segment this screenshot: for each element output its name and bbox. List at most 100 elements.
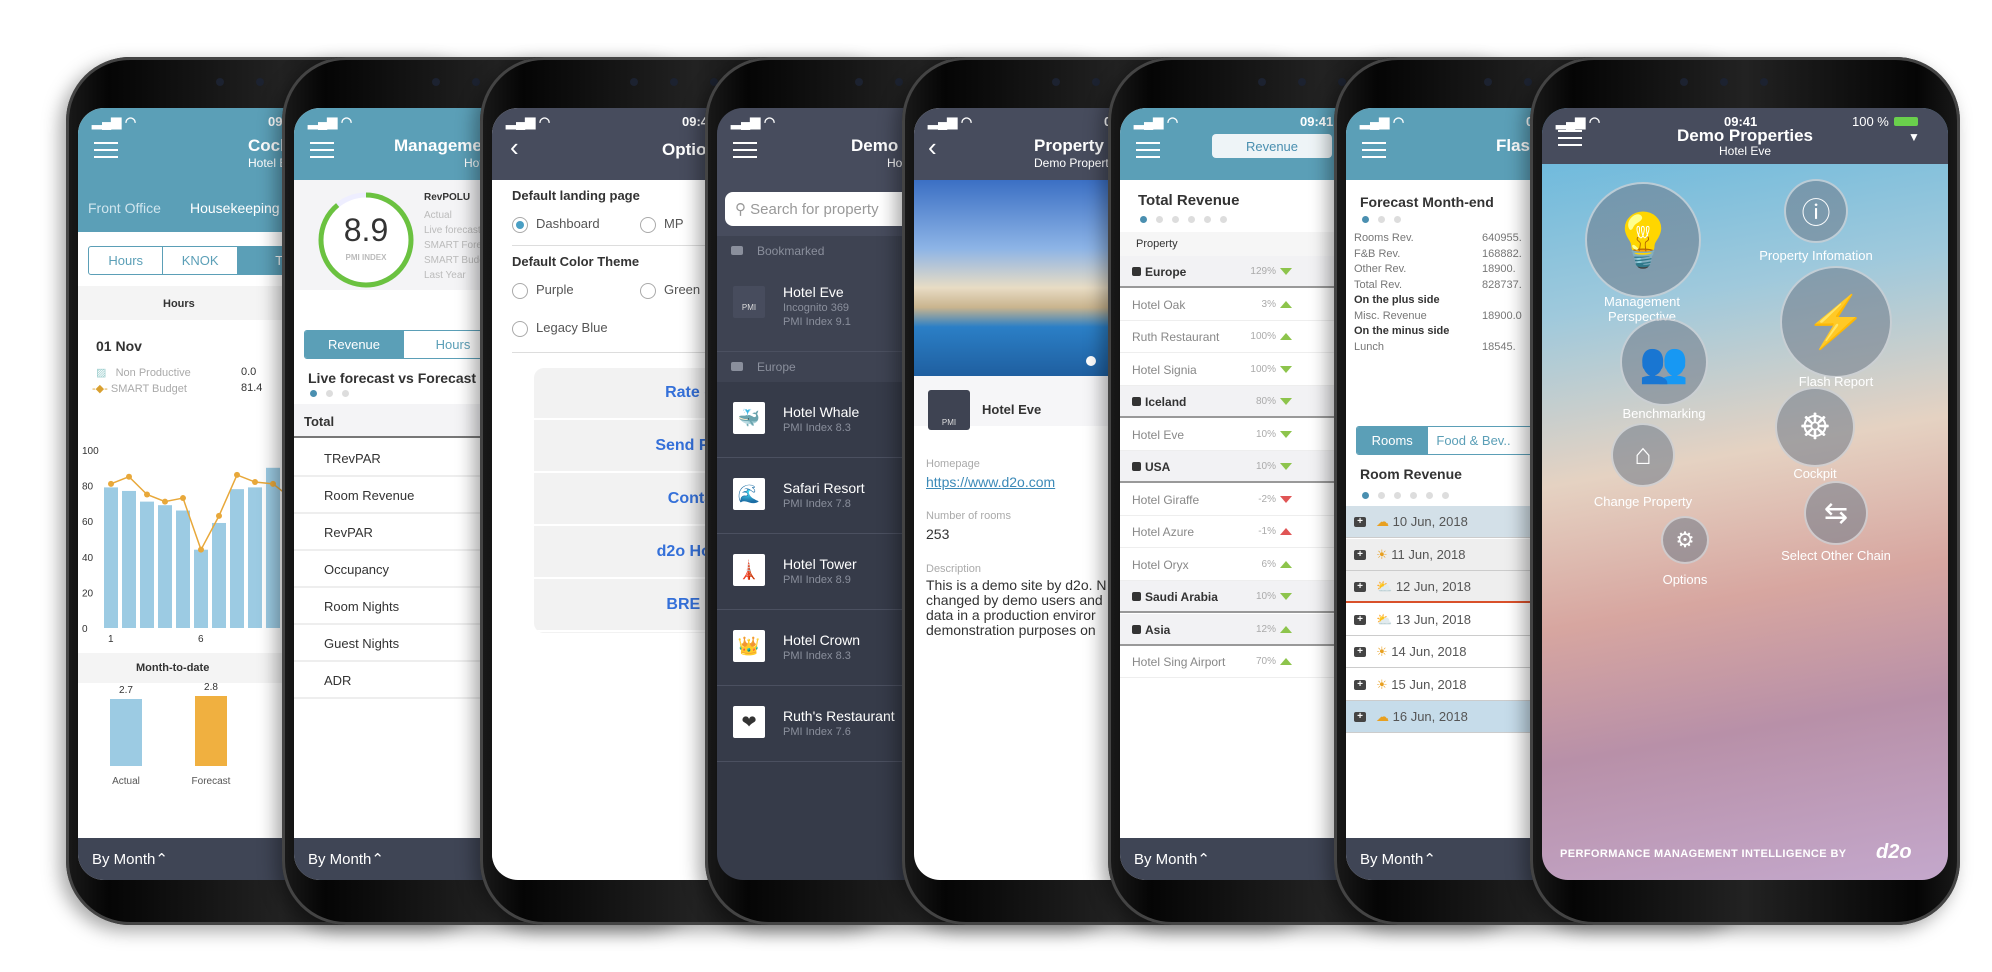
- weather-icon: ☀: [1376, 546, 1388, 562]
- flash-monitor-icon[interactable]: ⚡: [1780, 266, 1892, 378]
- back-icon[interactable]: ‹: [510, 132, 519, 163]
- menu-label[interactable]: Select Other Chain: [1766, 548, 1906, 563]
- dropdown-caret-icon[interactable]: ▼: [1908, 130, 1920, 144]
- expand-icon[interactable]: +: [1354, 517, 1366, 527]
- kpi-label: Last Year: [424, 270, 466, 281]
- tab-housekeeping[interactable]: Housekeeping: [190, 200, 280, 216]
- kpi-title: RevPOLU: [424, 192, 471, 203]
- bar[interactable]: [266, 467, 280, 628]
- collapse-icon[interactable]: [1132, 462, 1141, 471]
- expand-icon[interactable]: +: [1354, 549, 1366, 560]
- collapse-icon[interactable]: [1132, 624, 1141, 634]
- house-icon[interactable]: ⌂: [1611, 423, 1675, 487]
- bar[interactable]: [212, 522, 226, 628]
- menu-label[interactable]: Property Infomation: [1746, 248, 1886, 263]
- hotel-name: Hotel Eve: [982, 402, 1042, 417]
- trend-icon: [1280, 268, 1292, 275]
- mtd-bar[interactable]: [110, 698, 142, 766]
- mtd-bar[interactable]: [195, 696, 227, 766]
- property-logo-icon: 👑: [733, 630, 765, 662]
- menu-icon[interactable]: [1362, 142, 1386, 158]
- signpost-icon[interactable]: ⇆: [1804, 481, 1868, 545]
- signal-icon: ▂▄▆ ◠: [1360, 114, 1405, 129]
- bar[interactable]: [248, 487, 262, 628]
- radio-green[interactable]: Green: [640, 282, 700, 299]
- collapse-icon[interactable]: [1132, 397, 1141, 406]
- radio-mp[interactable]: MP: [640, 216, 684, 233]
- signal-icon: ▂▄▆ ◠: [1134, 114, 1179, 129]
- lightbulb-icon[interactable]: 💡: [1585, 182, 1701, 298]
- mtd-value: 2.7: [119, 684, 133, 696]
- budget-point[interactable]: [126, 473, 132, 480]
- budget-point[interactable]: [144, 491, 150, 498]
- mtd-label: Forecast: [191, 776, 231, 787]
- bar[interactable]: [104, 487, 118, 628]
- segment-revenue[interactable]: Revenue: [305, 331, 404, 358]
- legend-label: SMART Budget: [110, 383, 187, 395]
- section-title: Total Revenue: [1138, 192, 1240, 209]
- radio-purple[interactable]: Purple: [512, 282, 574, 299]
- bar[interactable]: [122, 490, 136, 628]
- collapse-icon[interactable]: [1132, 592, 1141, 601]
- expand-icon[interactable]: +: [1354, 582, 1366, 592]
- rooms-label: Number of rooms: [926, 510, 1011, 522]
- expand-icon[interactable]: +: [1354, 647, 1366, 657]
- expand-icon[interactable]: +: [1354, 679, 1366, 690]
- menu-label[interactable]: Change Property: [1573, 494, 1713, 509]
- bar[interactable]: [158, 505, 172, 628]
- property-logo-icon: 🌊: [733, 478, 765, 510]
- carousel-dot[interactable]: [1086, 356, 1096, 366]
- budget-point[interactable]: [234, 471, 240, 478]
- bar[interactable]: [176, 510, 190, 628]
- mtd-value: 2.8: [204, 682, 218, 693]
- steering-wheel-icon[interactable]: ☸: [1775, 387, 1855, 467]
- battery-icon: [1894, 117, 1918, 126]
- trend-icon: [1280, 625, 1292, 633]
- menu-label[interactable]: Management Perspective: [1572, 294, 1712, 324]
- bar[interactable]: [140, 501, 154, 628]
- budget-point[interactable]: [198, 546, 204, 553]
- budget-point[interactable]: [270, 480, 276, 487]
- footer-tagline: PERFORMANCE MANAGEMENT INTELLIGENCE BY: [1560, 848, 1847, 860]
- budget-point[interactable]: [108, 480, 114, 487]
- menu-icon[interactable]: [94, 142, 118, 158]
- menu-icon[interactable]: [310, 142, 334, 158]
- expand-icon[interactable]: +: [1354, 712, 1366, 722]
- info-icon[interactable]: ⓘ: [1784, 179, 1848, 243]
- menu-label[interactable]: Options: [1615, 572, 1755, 587]
- back-icon[interactable]: ‹: [928, 132, 937, 163]
- segment-hours[interactable]: Hours: [89, 247, 164, 274]
- budget-point[interactable]: [180, 495, 186, 502]
- expand-icon[interactable]: +: [1354, 614, 1366, 625]
- tab-rooms[interactable]: Rooms: [1357, 427, 1429, 454]
- collapse-icon[interactable]: [1132, 267, 1141, 276]
- radio-dashboard[interactable]: Dashboard: [512, 216, 600, 233]
- signal-icon: ▂▄▆ ◠: [308, 114, 353, 129]
- homepage-link[interactable]: https://www.d2o.com: [926, 474, 1055, 490]
- trend-icon: [1280, 333, 1292, 340]
- tab-front-office[interactable]: Front Office: [88, 200, 161, 216]
- radio-legacy-blue[interactable]: Legacy Blue: [512, 320, 608, 337]
- bar[interactable]: [194, 549, 208, 628]
- menu-label[interactable]: Flash Report: [1766, 374, 1906, 389]
- y-tick-label: 40: [82, 553, 94, 564]
- mtd-label: Actual: [112, 776, 140, 787]
- tab-revenue[interactable]: Revenue: [1212, 134, 1332, 158]
- trend-icon: [1280, 593, 1292, 600]
- menu-icon[interactable]: [1136, 142, 1160, 158]
- menu-icon[interactable]: [733, 142, 757, 158]
- gear-icon[interactable]: ⚙: [1661, 516, 1709, 564]
- budget-point[interactable]: [252, 479, 258, 486]
- budget-point[interactable]: [216, 512, 222, 519]
- bar[interactable]: [230, 489, 244, 628]
- d2o-logo: d2o: [1876, 841, 1912, 863]
- menu-label[interactable]: Cockpit: [1745, 466, 1885, 481]
- trend-icon: [1280, 365, 1292, 373]
- change-percent: 10%: [1255, 428, 1276, 440]
- segment-knok[interactable]: KNOK: [163, 247, 238, 274]
- x-tick-label: 1: [108, 634, 114, 645]
- menu-label[interactable]: Benchmarking: [1594, 406, 1734, 421]
- budget-point[interactable]: [162, 498, 168, 505]
- trend-icon: [1280, 495, 1292, 503]
- podium-icon[interactable]: 👥: [1620, 318, 1708, 406]
